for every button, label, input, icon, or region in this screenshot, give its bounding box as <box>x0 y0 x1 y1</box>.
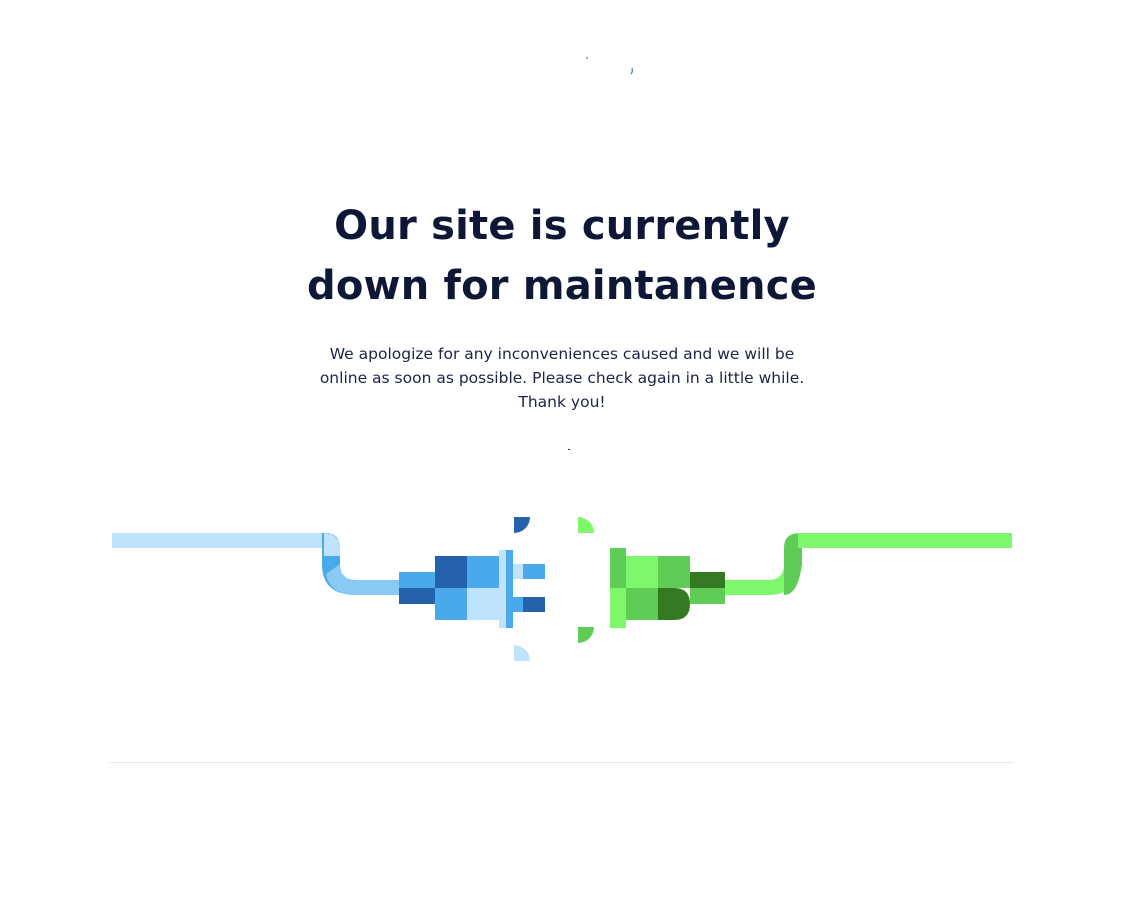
unplugged-cable-icon <box>112 517 1012 661</box>
blue-plug <box>112 517 545 661</box>
maintenance-page: Our site is currently down for maintanen… <box>0 0 1136 902</box>
logo <box>586 57 633 75</box>
page-title: Our site is currently down for maintanen… <box>0 196 1124 316</box>
apology-message: We apologize for any inconveniences caus… <box>319 345 805 411</box>
divider-dot <box>568 449 570 450</box>
page-title-line-2: down for maintanence <box>307 263 817 309</box>
footer-divider <box>110 762 1014 763</box>
page-title-line-1: Our site is currently <box>334 203 790 249</box>
green-plug <box>578 517 1012 643</box>
